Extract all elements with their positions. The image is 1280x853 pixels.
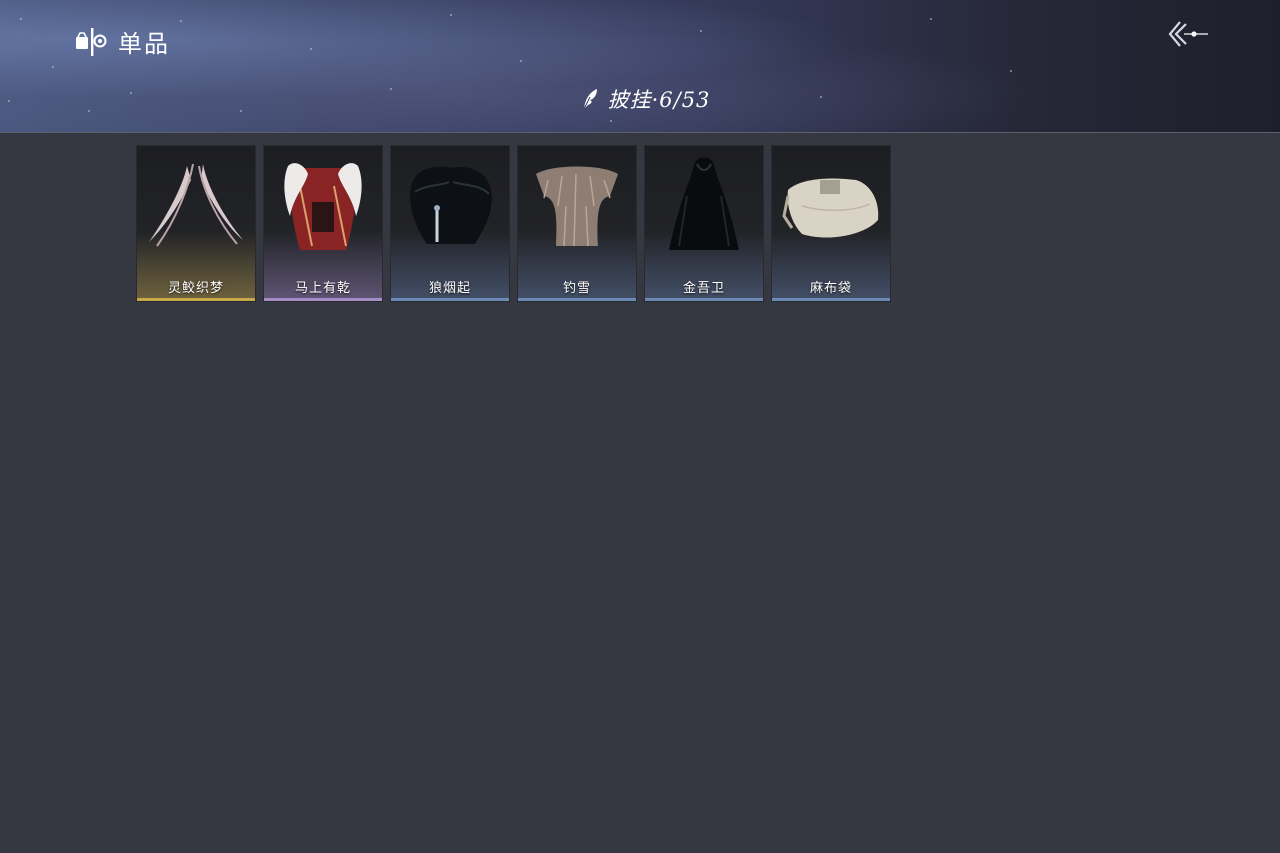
item-card[interactable]: 麻布袋 <box>772 146 890 301</box>
rarity-bar <box>264 298 382 301</box>
item-name: 马上有乾 <box>294 281 351 296</box>
item-name: 麻布袋 <box>809 281 852 296</box>
item-card[interactable]: 钓雪 <box>518 146 636 301</box>
hooded-black-cloak-icon <box>669 157 739 250</box>
item-card[interactable]: 狼烟起 <box>391 146 509 301</box>
back-arrow-icon <box>1168 21 1208 47</box>
item-name: 金吾卫 <box>682 281 725 296</box>
burlap-sack-icon <box>782 178 879 238</box>
item-card[interactable]: 金吾卫 <box>645 146 763 301</box>
back-button[interactable] <box>1164 16 1214 54</box>
item-card[interactable]: 马上有乾 <box>264 146 382 301</box>
category-header: 披挂·6/53 <box>0 84 1280 114</box>
item-name: 灵鲛织梦 <box>167 281 224 296</box>
fur-collar-robe-icon <box>284 163 362 250</box>
page-title: 单品 <box>118 30 170 58</box>
item-card[interactable]: 灵鲛织梦 <box>137 146 255 301</box>
ribbon-sash-icon <box>149 163 243 247</box>
straw-cape-icon <box>536 166 618 247</box>
rarity-bar <box>391 298 509 301</box>
rarity-bar <box>645 298 763 301</box>
feather-icon <box>583 89 597 110</box>
dark-fur-cape-icon <box>410 166 492 244</box>
category-label: 披挂·6/53 <box>607 88 711 112</box>
rarity-bar <box>772 298 890 301</box>
item-name: 狼烟起 <box>428 281 471 296</box>
rarity-bar <box>137 298 255 301</box>
wardrobe-icon <box>76 27 107 56</box>
rarity-bar <box>518 298 636 301</box>
item-name: 钓雪 <box>562 281 591 296</box>
item-grid: 灵鲛织梦 马上有乾 狼烟起 钓雪 金吾卫 麻布袋 <box>137 146 890 301</box>
page-header: 单品 <box>74 24 170 59</box>
top-bar: 单品 披挂·6/53 <box>0 0 1280 133</box>
